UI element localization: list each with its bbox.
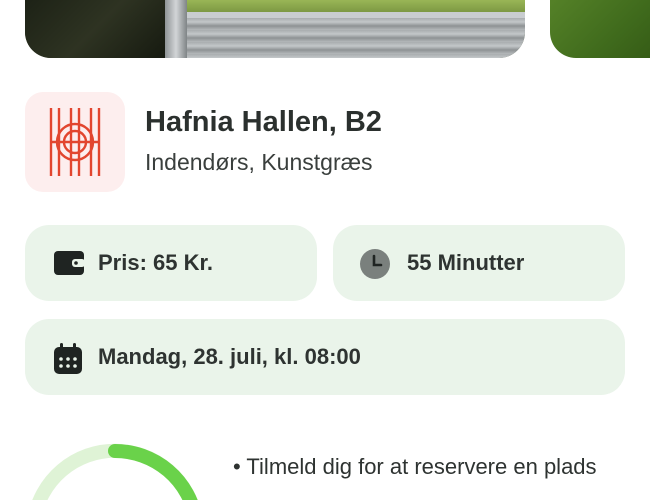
event-detail-page: Hafnia Hallen, B2 Indendørs, Kunstgræs P… bbox=[0, 0, 650, 500]
wallet-icon bbox=[53, 249, 85, 282]
clock-icon bbox=[359, 249, 391, 286]
venue-photo-next[interactable] bbox=[550, 0, 650, 58]
duration-label: 55 Minutter bbox=[407, 250, 525, 275]
date-label: Mandag, 28. juli, kl. 08:00 bbox=[98, 344, 361, 369]
venue-name: Hafnia Hallen, B2 bbox=[145, 106, 382, 138]
duration-pill: 55 Minutter bbox=[333, 225, 625, 301]
venue-logo bbox=[25, 92, 125, 192]
signup-info: • Tilmeld dig for at reservere en plads bbox=[233, 454, 597, 479]
venue-photo[interactable] bbox=[25, 0, 525, 58]
capacity-ring bbox=[32, 443, 198, 500]
venue-subtitle: Indendørs, Kunstgræs bbox=[145, 149, 373, 175]
hafnia-logo-icon bbox=[49, 108, 101, 176]
date-pill: Mandag, 28. juli, kl. 08:00 bbox=[25, 319, 625, 395]
calendar-icon bbox=[53, 343, 83, 380]
price-pill: Pris: 65 Kr. bbox=[25, 225, 317, 301]
price-label: Pris: 65 Kr. bbox=[98, 250, 213, 275]
